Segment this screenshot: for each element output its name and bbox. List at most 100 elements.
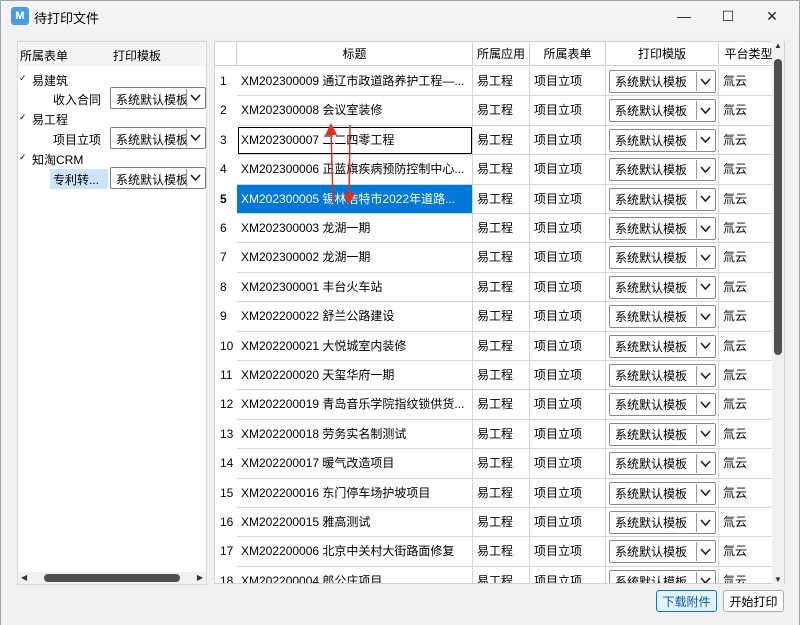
app-cell[interactable]: 易工程 — [473, 125, 530, 156]
expanded-chevron-icon[interactable]: ✓ — [19, 73, 27, 84]
platform-cell[interactable]: 氚云 — [719, 537, 779, 567]
chevron-down-icon[interactable] — [696, 277, 714, 297]
form-cell[interactable]: 项目立项 — [530, 67, 606, 97]
title-bar[interactable]: M 待打印文件 — ☐ ✕ — [1, 1, 799, 31]
title-cell[interactable]: XM202200021 大悦城室内装修 — [237, 331, 473, 361]
form-cell[interactable]: 项目立项 — [530, 390, 606, 420]
app-cell[interactable]: 易工程 — [473, 184, 530, 214]
tree-item[interactable]: 收入合同 系统默认模板 — [18, 87, 206, 109]
chevron-down-icon[interactable] — [696, 395, 714, 415]
table-row[interactable]: 12 XM202200019 青岛音乐学院指纹锁供货... 易工程 项目立项 系统默认模… — [215, 390, 784, 420]
template-select[interactable]: 系统默认模板 — [609, 305, 716, 329]
template-select[interactable]: 系统默认模板 — [609, 569, 716, 583]
template-select[interactable]: 系统默认模板 — [609, 99, 716, 123]
template-select[interactable]: 系统默认模板 — [609, 246, 716, 270]
template-select[interactable]: 系统默认模板 — [609, 70, 716, 93]
platform-cell[interactable]: 氚云 — [719, 419, 779, 450]
title-cell[interactable]: XM202200006 北京中关村大街路面修复 — [237, 537, 473, 567]
chevron-down-icon[interactable] — [696, 307, 714, 327]
template-select[interactable]: 系统默认模板 — [110, 87, 206, 109]
table-row[interactable]: 7 XM202300002 龙湖一期 易工程 项目立项 系统默认模板 氚云 — [215, 243, 784, 273]
app-cell[interactable]: 易工程 — [473, 331, 530, 361]
title-cell[interactable]: XM202300008 会议室装修 — [237, 96, 473, 126]
header-title[interactable]: 标题 — [237, 42, 473, 66]
title-cell[interactable]: XM202200018 劳务实名制测试 — [237, 419, 473, 450]
chevron-down-icon[interactable] — [696, 130, 714, 150]
title-cell[interactable]: XM202300003 龙湖一期 — [237, 214, 473, 244]
header-form[interactable]: 所属表单 — [530, 42, 606, 66]
title-cell[interactable]: XM202200019 青岛音乐学院指纹锁供货... — [237, 390, 473, 420]
template-select[interactable]: 系统默认模板 — [110, 167, 206, 189]
table-row[interactable]: 14 XM202200017 暖气改造项目 易工程 项目立项 系统默认模板 氚云 — [215, 449, 784, 479]
title-cell[interactable]: XM202300002 龙湖一期 — [237, 243, 473, 273]
platform-cell[interactable]: 氚云 — [719, 331, 779, 361]
platform-cell[interactable]: 氚云 — [719, 125, 779, 156]
platform-cell[interactable]: 氚云 — [719, 214, 779, 244]
header-app[interactable]: 所属应用 — [473, 42, 530, 66]
template-select[interactable]: 系统默认模板 — [609, 275, 716, 299]
form-cell[interactable]: 项目立项 — [530, 331, 606, 361]
title-cell[interactable]: XM202300005 锡林浩特市2022年道路... — [237, 184, 473, 214]
chevron-down-icon[interactable] — [696, 248, 714, 268]
table-row[interactable]: 11 XM202200020 天玺华府一期 易工程 项目立项 系统默认模板 氚云 — [215, 361, 784, 391]
maximize-button[interactable]: ☐ — [705, 1, 751, 31]
app-cell[interactable]: 易工程 — [473, 449, 530, 479]
platform-cell[interactable]: 氚云 — [719, 478, 779, 508]
table-row[interactable]: 6 XM202300003 龙湖一期 易工程 项目立项 系统默认模板 氚云 — [215, 214, 784, 244]
table-row[interactable]: 4 XM202300006 正蓝旗疾病预防控制中心... 易工程 项目立项 系统默认模板… — [215, 155, 784, 185]
template-select[interactable]: 系统默认模板 — [609, 452, 716, 476]
title-cell[interactable]: XM202200022 舒兰公路建设 — [237, 302, 473, 332]
scroll-thumb[interactable] — [774, 59, 782, 355]
form-cell[interactable]: 项目立项 — [530, 566, 606, 583]
app-cell[interactable]: 易工程 — [473, 155, 530, 185]
header-template[interactable]: 打印模版 — [606, 42, 719, 66]
app-cell[interactable]: 易工程 — [473, 566, 530, 583]
title-cell[interactable]: XM202200015 雅高测试 — [237, 508, 473, 538]
app-cell[interactable]: 易工程 — [473, 390, 530, 420]
table-row[interactable]: 3 XM202300007 二二四零工程 易工程 项目立项 系统默认模板 氚云 — [215, 125, 784, 156]
grid-vertical-scrollbar[interactable]: ▲ ▼ — [772, 41, 784, 584]
minimize-button[interactable]: — — [661, 1, 707, 31]
chevron-down-icon[interactable] — [696, 101, 714, 121]
chevron-down-icon[interactable] — [696, 219, 714, 238]
chevron-down-icon[interactable] — [696, 513, 714, 532]
form-cell[interactable]: 项目立项 — [530, 272, 606, 303]
table-row[interactable]: 18 XM202200004 郎公庄项目 易工程 项目立项 系统默认模板 氚云 — [215, 566, 784, 583]
chevron-down-icon[interactable] — [696, 160, 714, 180]
template-select[interactable]: 系统默认模板 — [609, 334, 716, 358]
chevron-down-icon[interactable] — [186, 129, 204, 147]
form-cell[interactable]: 项目立项 — [530, 184, 606, 214]
tree-group[interactable]: ✓ 易工程 — [18, 109, 206, 129]
title-cell[interactable]: XM202200004 郎公庄项目 — [237, 566, 473, 583]
chevron-down-icon[interactable] — [186, 89, 204, 107]
table-row[interactable]: 8 XM202300001 丰台火车站 易工程 项目立项 系统默认模板 氚云 — [215, 272, 784, 303]
header-platform[interactable]: 平台类型 — [719, 42, 779, 66]
form-cell[interactable]: 项目立项 — [530, 155, 606, 185]
platform-cell[interactable]: 氚云 — [719, 243, 779, 273]
platform-cell[interactable]: 氚云 — [719, 272, 779, 303]
form-cell[interactable]: 项目立项 — [530, 125, 606, 156]
template-select[interactable]: 系统默认模板 — [110, 127, 206, 149]
scroll-right-arrow-icon[interactable]: ▶ — [197, 573, 203, 582]
form-cell[interactable]: 项目立项 — [530, 361, 606, 391]
platform-cell[interactable]: 氚云 — [719, 155, 779, 185]
title-cell[interactable]: XM202200020 天玺华府一期 — [237, 361, 473, 391]
template-select[interactable]: 系统默认模板 — [609, 217, 716, 240]
download-attachments-button[interactable]: 下载附件 — [656, 590, 717, 612]
template-select[interactable]: 系统默认模板 — [609, 511, 716, 534]
scroll-left-arrow-icon[interactable]: ◀ — [21, 573, 27, 582]
table-row[interactable]: 5 XM202300005 锡林浩特市2022年道路... 易工程 项目立项 系统默认模… — [215, 184, 784, 214]
app-cell[interactable]: 易工程 — [473, 272, 530, 303]
title-cell[interactable]: XM202200016 东门停车场护坡项目 — [237, 478, 473, 508]
chevron-down-icon[interactable] — [696, 454, 714, 474]
table-row[interactable]: 1 XM202300009 通辽市政道路养护工程—... 易工程 项目立项 系统默认模板… — [215, 67, 784, 97]
app-cell[interactable]: 易工程 — [473, 478, 530, 508]
form-cell[interactable]: 项目立项 — [530, 508, 606, 538]
tree-item[interactable]: 专利转... 系统默认模板 — [18, 167, 206, 189]
title-cell[interactable]: XM202300001 丰台火车站 — [237, 272, 473, 303]
platform-cell[interactable]: 氚云 — [719, 184, 779, 214]
app-cell[interactable]: 易工程 — [473, 537, 530, 567]
template-select[interactable]: 系统默认模板 — [609, 128, 716, 152]
app-cell[interactable]: 易工程 — [473, 67, 530, 97]
platform-cell[interactable]: 氚云 — [719, 96, 779, 126]
